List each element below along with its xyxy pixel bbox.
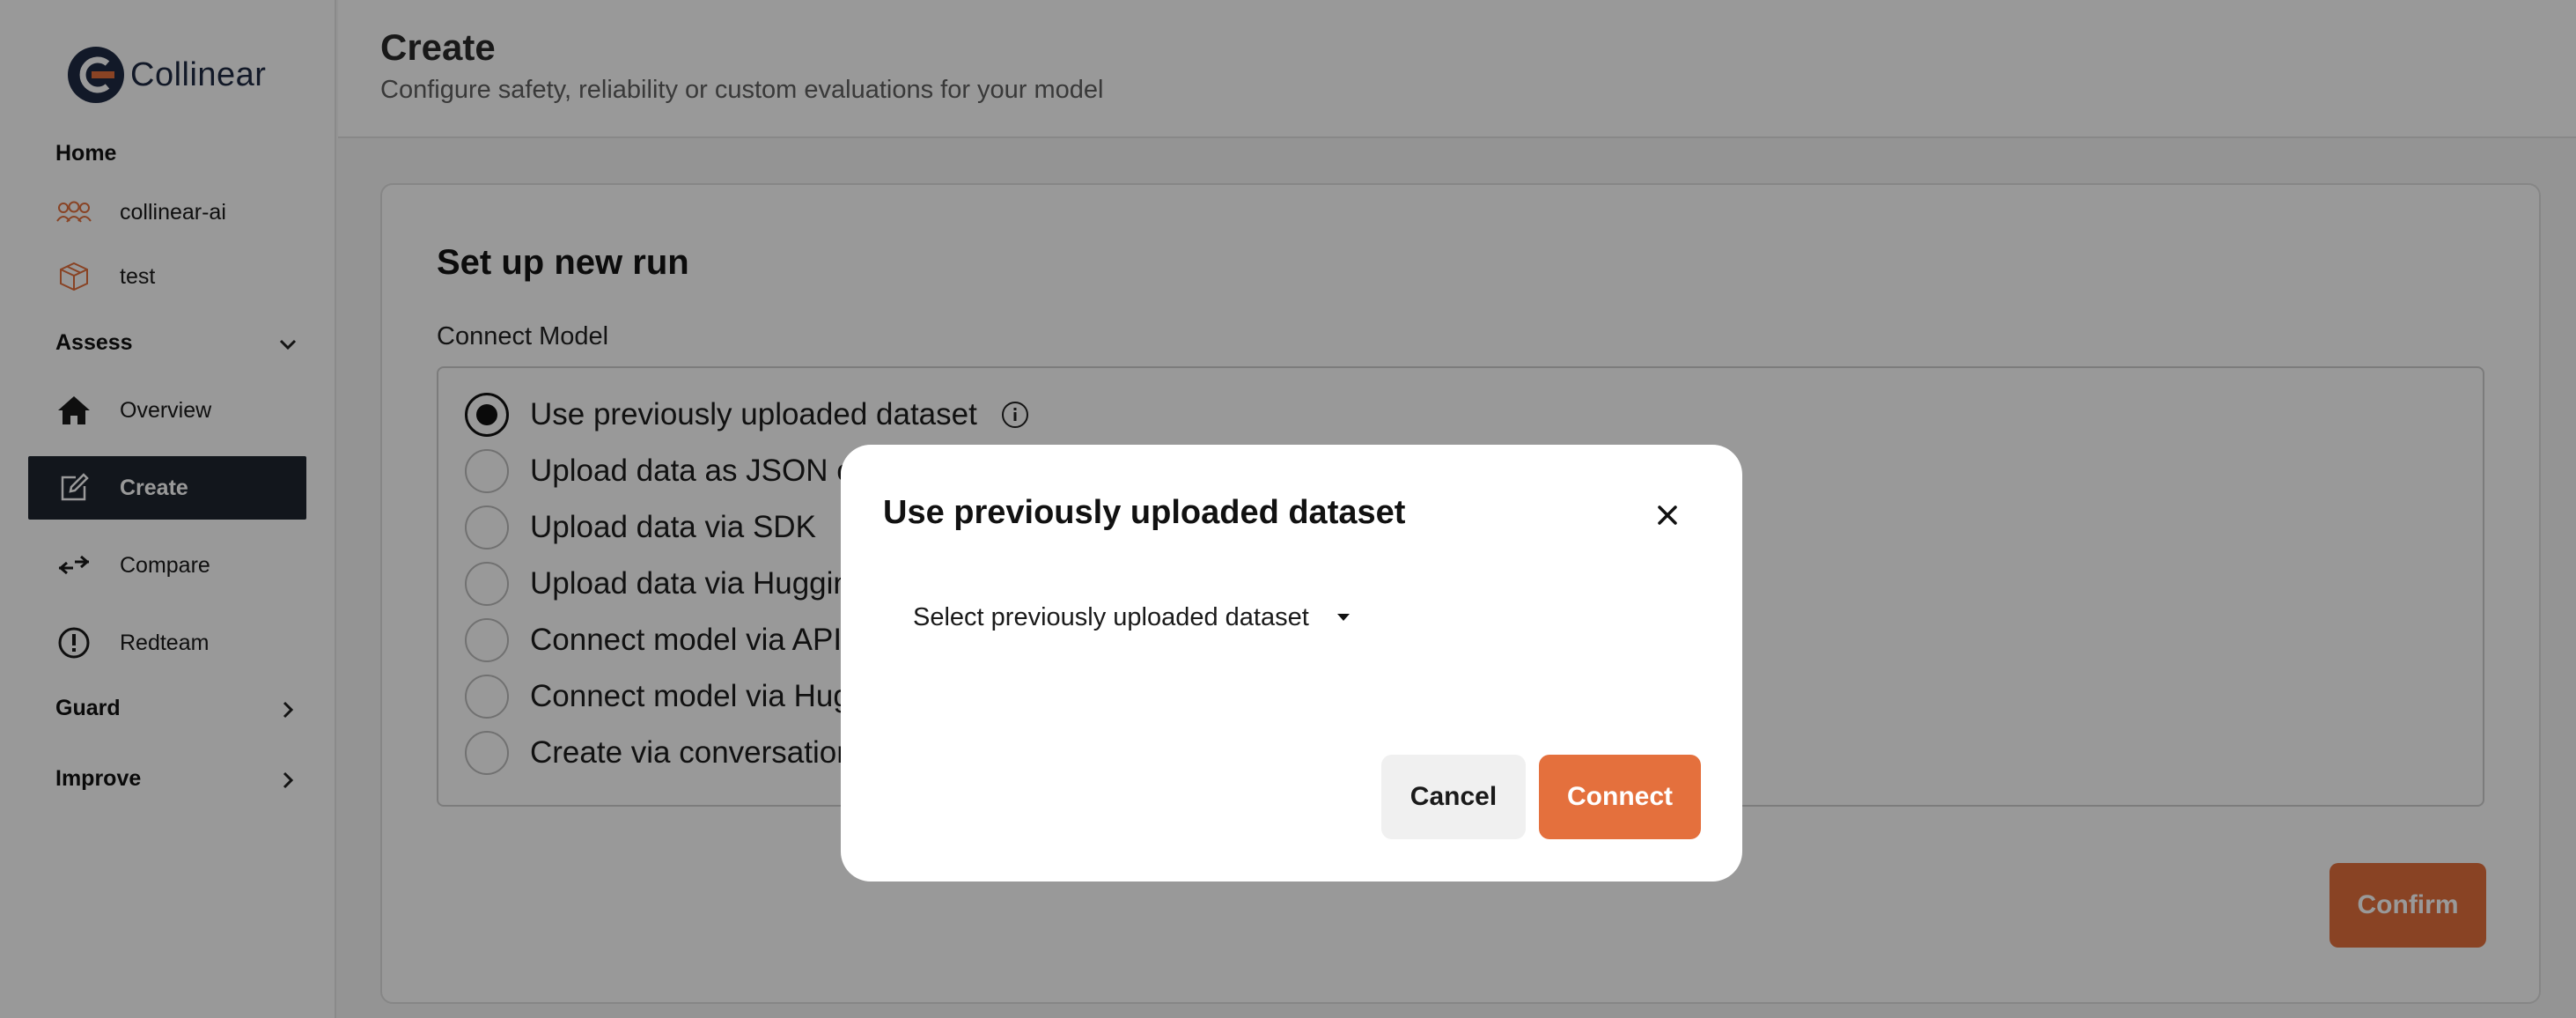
dataset-modal: Use previously uploaded dataset Select p…: [841, 445, 1742, 882]
modal-title: Use previously uploaded dataset: [883, 494, 1406, 531]
connect-button[interactable]: Connect: [1539, 755, 1701, 839]
close-icon[interactable]: [1650, 498, 1685, 533]
cancel-button[interactable]: Cancel: [1381, 755, 1526, 839]
caret-down-icon: [1336, 614, 1350, 621]
dataset-select-label: Select previously uploaded dataset: [913, 602, 1309, 631]
dataset-select[interactable]: Select previously uploaded dataset: [913, 596, 1353, 638]
